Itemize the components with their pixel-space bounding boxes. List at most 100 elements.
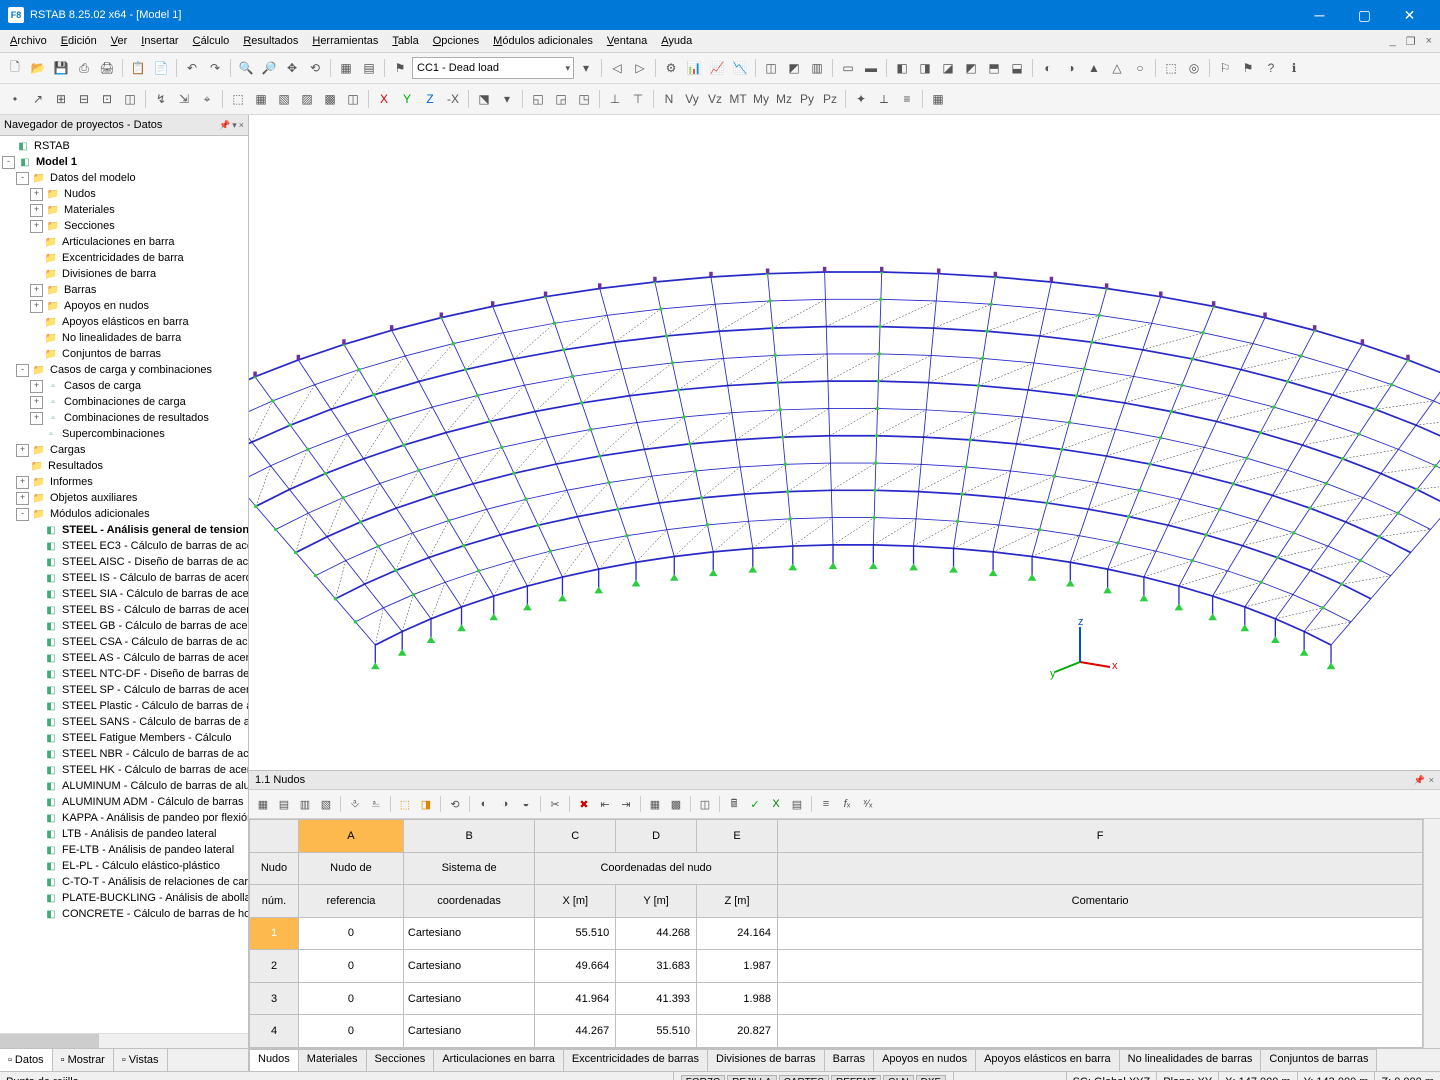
s19-icon[interactable]: -X — [442, 88, 464, 110]
table-tab-no-linealidades-de-barras[interactable]: No linealidades de barras — [1119, 1049, 1262, 1071]
open-icon[interactable]: 📂 — [27, 57, 49, 79]
bt18-icon[interactable]: ▩ — [666, 794, 686, 814]
s23-icon[interactable]: ◲ — [550, 88, 572, 110]
redo-icon[interactable]: ↷ — [204, 57, 226, 79]
t11-icon[interactable]: ⬓ — [1006, 57, 1028, 79]
s25-icon[interactable]: ⊥ — [604, 88, 626, 110]
paste-icon[interactable]: 📄 — [150, 57, 172, 79]
tree-kappa-an-lisis-de-pandeo-por-flexi-n[interactable]: KAPPA - Análisis de pandeo por flexión — [0, 810, 248, 826]
tree-resultados[interactable]: Resultados — [0, 458, 248, 474]
bt20-icon[interactable]: 🖩 — [724, 794, 744, 814]
rotate-icon[interactable]: ⟲ — [304, 57, 326, 79]
s37-icon[interactable]: ≡ — [896, 88, 918, 110]
lc-drop-icon[interactable]: ▾ — [575, 57, 597, 79]
nav-close-icon[interactable]: × — [239, 120, 244, 131]
minimize-button[interactable]: ─ — [1297, 0, 1342, 30]
undo-icon[interactable]: ↶ — [181, 57, 203, 79]
t13-icon[interactable]: ◑ — [1060, 57, 1082, 79]
s13-icon[interactable]: ▨ — [296, 88, 318, 110]
res2-icon[interactable]: 📈 — [706, 57, 728, 79]
mdi-restore-icon[interactable]: ❐ — [1402, 35, 1420, 48]
s12-icon[interactable]: ▧ — [273, 88, 295, 110]
bt17-icon[interactable]: ▦ — [645, 794, 665, 814]
bt6-icon[interactable]: ⎁ — [366, 794, 386, 814]
tree-fe-ltb-an-lisis-de-pandeo-lateral[interactable]: FE-LTB - Análisis de pandeo lateral — [0, 842, 248, 858]
menu-ver[interactable]: Ver — [105, 33, 134, 49]
table-tab-articulaciones-en-barra[interactable]: Articulaciones en barra — [433, 1049, 564, 1071]
calc-icon[interactable]: ⚙ — [660, 57, 682, 79]
status-toggle-gln[interactable]: GLN — [883, 1075, 914, 1080]
lc-icon[interactable]: ⚑ — [389, 57, 411, 79]
table-tab-secciones[interactable]: Secciones — [366, 1049, 435, 1071]
t4-icon[interactable]: ▭ — [837, 57, 859, 79]
tree-steel-bs-c-lculo-de-barras-de-acero[interactable]: STEEL BS - Cálculo de barras de acero — [0, 602, 248, 618]
tree-conjuntos-de-barras[interactable]: Conjuntos de barras — [0, 346, 248, 362]
menu-edición[interactable]: Edición — [55, 33, 103, 49]
s7-icon[interactable]: ↯ — [150, 88, 172, 110]
close-button[interactable]: ✕ — [1387, 0, 1432, 30]
table-tab-apoyos-en-nudos[interactable]: Apoyos en nudos — [873, 1049, 976, 1071]
bt12-icon[interactable]: ◒ — [516, 794, 536, 814]
tree-objetos-auxiliares[interactable]: +Objetos auxiliares — [0, 490, 248, 506]
tree-aluminum-adm-c-lculo-de-barras[interactable]: ALUMINUM ADM - Cálculo de barras — [0, 794, 248, 810]
s15-icon[interactable]: ◫ — [342, 88, 364, 110]
table-row[interactable]: 30Cartesiano41.96441.3931.988 — [250, 982, 1423, 1015]
table-tab-nudos[interactable]: Nudos — [249, 1049, 299, 1071]
nav-tab-vistas[interactable]: ▫Vistas — [114, 1049, 168, 1071]
tree-barras[interactable]: +Barras — [0, 282, 248, 298]
menu-ayuda[interactable]: Ayuda — [655, 33, 698, 49]
s35-icon[interactable]: ✦ — [850, 88, 872, 110]
bt15-icon[interactable]: ⇤ — [595, 794, 615, 814]
bt4-icon[interactable]: ▧ — [316, 794, 336, 814]
s10-icon[interactable]: ⬚ — [227, 88, 249, 110]
status-toggle-forzc[interactable]: FORZC — [681, 1075, 725, 1080]
tree-steel-ntc-df-dise-o-de-barras-de-acero[interactable]: STEEL NTC-DF - Diseño de barras de acero — [0, 666, 248, 682]
maximize-button[interactable]: ▢ — [1342, 0, 1387, 30]
table-tab-divisiones-de-barras[interactable]: Divisiones de barras — [707, 1049, 825, 1071]
tree-steel-csa-c-lculo-de-barras-de-acero[interactable]: STEEL CSA - Cálculo de barras de acero — [0, 634, 248, 650]
t8-icon[interactable]: ◪ — [937, 57, 959, 79]
tree-steel-ec3-c-lculo-de-barras-de-acero[interactable]: STEEL EC3 - Cálculo de barras de acero — [0, 538, 248, 554]
tree-steel-sia-c-lculo-de-barras-de-acero[interactable]: STEEL SIA - Cálculo de barras de acero — [0, 586, 248, 602]
tree-casos-de-carga[interactable]: +Casos de carga — [0, 378, 248, 394]
status-toggle-dxf[interactable]: DXF — [916, 1075, 946, 1080]
status-toggle-cartes[interactable]: CARTES — [779, 1075, 829, 1080]
bt9-icon[interactable]: ⟲ — [445, 794, 465, 814]
bt26-icon[interactable]: ˣ⁄ₓ — [858, 794, 878, 814]
res1-icon[interactable]: 📊 — [683, 57, 705, 79]
pan-icon[interactable]: ✥ — [281, 57, 303, 79]
prev-lc-icon[interactable]: ◁ — [606, 57, 628, 79]
tree-combinaciones-de-carga[interactable]: +Combinaciones de carga — [0, 394, 248, 410]
s26-icon[interactable]: ⊤ — [627, 88, 649, 110]
s27-icon[interactable]: N — [658, 88, 680, 110]
bt21-icon[interactable]: ✓ — [745, 794, 765, 814]
view2-icon[interactable]: ▤ — [358, 57, 380, 79]
menu-opciones[interactable]: Opciones — [427, 33, 485, 49]
s33-icon[interactable]: Py — [796, 88, 818, 110]
mdi-close-icon[interactable]: × — [1422, 35, 1436, 48]
menu-cálculo[interactable]: Cálculo — [187, 33, 236, 49]
status-toggle-rejilla[interactable]: REJILLA — [727, 1075, 776, 1080]
tree-el-pl-c-lculo-el-stico-pl-stico[interactable]: EL-PL - Cálculo elástico-plástico — [0, 858, 248, 874]
bt5-icon[interactable]: ⎀ — [345, 794, 365, 814]
s4-icon[interactable]: ⊟ — [73, 88, 95, 110]
tree-divisiones-de-barra[interactable]: Divisiones de barra — [0, 266, 248, 282]
t16-icon[interactable]: ○ — [1129, 57, 1151, 79]
bt14-icon[interactable]: ✖ — [574, 794, 594, 814]
menu-ventana[interactable]: Ventana — [601, 33, 653, 49]
s1-icon[interactable]: • — [4, 88, 26, 110]
t17-icon[interactable]: ⬚ — [1160, 57, 1182, 79]
menu-resultados[interactable]: Resultados — [237, 33, 304, 49]
s31-icon[interactable]: My — [750, 88, 772, 110]
s29-icon[interactable]: Vz — [704, 88, 726, 110]
view1-icon[interactable]: ▦ — [335, 57, 357, 79]
tree-casos-de-carga-y-combinaciones[interactable]: -Casos de carga y combinaciones — [0, 362, 248, 378]
bt25-icon[interactable]: fₓ — [837, 794, 857, 814]
tree-apoyos-el-sticos-en-barra[interactable]: Apoyos elásticos en barra — [0, 314, 248, 330]
s8-icon[interactable]: ⇲ — [173, 88, 195, 110]
tree-materiales[interactable]: +Materiales — [0, 202, 248, 218]
tree-steel-hk-c-lculo-de-barras-de-acero[interactable]: STEEL HK - Cálculo de barras de acero — [0, 762, 248, 778]
s21-icon[interactable]: ▾ — [496, 88, 518, 110]
nav-hscroll[interactable] — [0, 1033, 248, 1048]
loadcase-combo[interactable]: CC1 - Dead load — [412, 57, 574, 79]
